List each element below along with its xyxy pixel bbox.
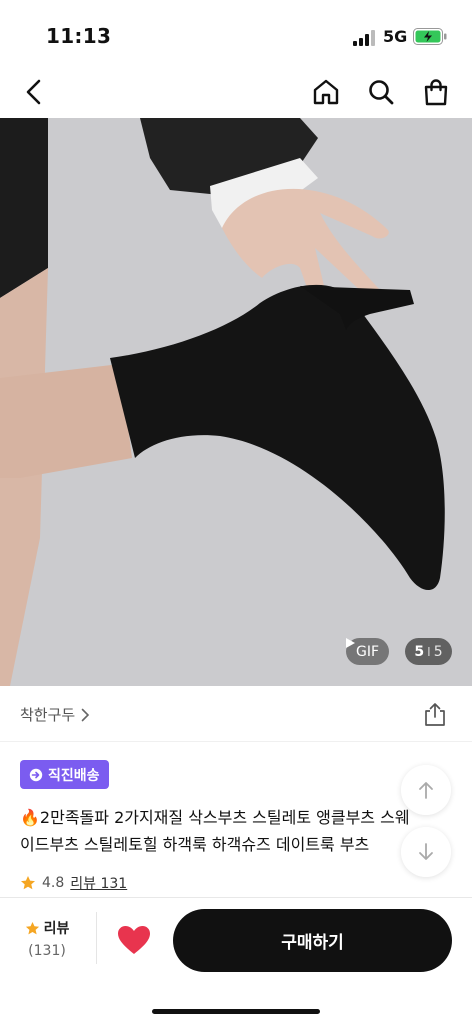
page-separator: I [427,644,431,659]
review-label: 리뷰 [43,921,70,937]
network-label: 5G [383,27,408,46]
review-button[interactable]: 리뷰 (131) [14,918,80,966]
status-time: 11:13 [46,24,112,48]
product-title: 🔥2만족돌파 2가지재질 삭스부츠 스틸레토 앵클부츠 스웨 이드부츠 스틸레토… [20,804,456,858]
total-pages: 5 [433,643,443,660]
direct-delivery-badge: 직진배송 [20,760,109,789]
rating-value: 4.8 [42,875,65,891]
search-button[interactable] [363,74,399,110]
store-row: 착한구두 [0,686,472,742]
home-button[interactable] [308,74,344,110]
status-bar: 11:13 5G [0,0,472,66]
product-title-line2: 이드부츠 스틸레토힐 하객룩 하객슈즈 데이트룩 부츠 [20,835,370,854]
buy-button[interactable]: 구매하기 [173,909,452,972]
divider [96,912,97,964]
bottom-bar: 리뷰 (131) 구매하기 [0,897,472,1024]
image-page-indicator: 5 I 5 [405,638,452,665]
back-button[interactable] [16,74,52,110]
rating-row: 4.8 리뷰 131 [20,873,127,893]
gif-label: GIF [356,643,380,660]
gif-badge[interactable]: GIF [346,638,390,665]
scroll-up-button[interactable] [401,765,451,815]
share-icon[interactable] [422,701,448,727]
nav-bar [0,66,472,118]
review-count: (131) [28,943,66,959]
product-title-line1: 🔥2만족돌파 2가지재질 삭스부츠 스틸레토 앵클부츠 스웨 [20,808,410,827]
product-photo [0,118,472,686]
star-icon [25,921,39,934]
arrow-up-icon [419,782,433,799]
cart-button[interactable] [418,74,454,110]
chevron-left-icon [26,79,41,105]
star-icon [21,876,35,890]
arrow-down-icon [419,843,433,860]
shopping-bag-icon [424,79,448,106]
signal-icon [353,30,375,46]
badge-label: 직진배송 [48,767,100,784]
heart-icon[interactable] [116,924,152,956]
search-icon [369,80,394,105]
chevron-right-icon [81,708,90,721]
product-image[interactable]: GIF 5 I 5 [0,118,472,686]
review-link[interactable]: 리뷰 131 [70,873,127,893]
play-icon [346,638,355,648]
battery-icon [413,28,447,45]
home-icon [313,79,339,105]
current-page: 5 [414,643,425,660]
scroll-down-button[interactable] [401,827,451,877]
home-indicator [152,1009,320,1014]
store-name: 착한구두 [20,706,76,724]
delivery-icon [29,768,43,781]
store-link[interactable]: 착한구두 [20,704,90,725]
